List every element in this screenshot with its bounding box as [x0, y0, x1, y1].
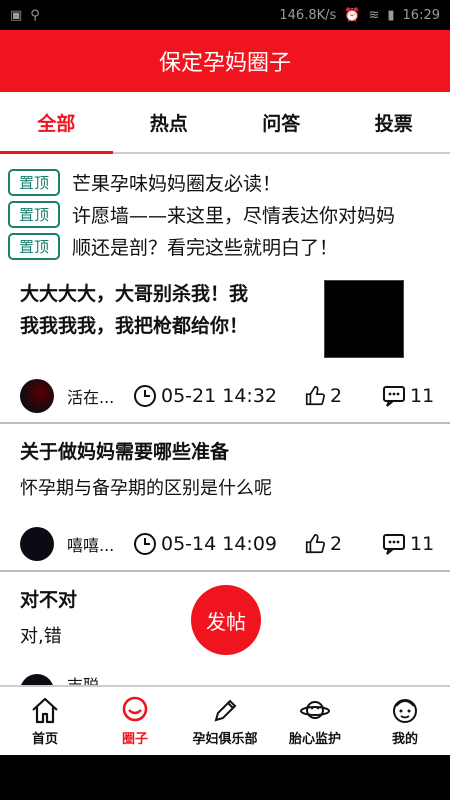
tab-all[interactable]: 全部	[0, 92, 113, 154]
wifi-icon: ≋	[368, 7, 380, 23]
divider	[0, 422, 450, 424]
post-body: 对,错	[20, 626, 62, 647]
pencil-icon	[214, 699, 237, 721]
comment-count: 11	[410, 385, 435, 407]
post-time: 05-14 14:09	[133, 532, 277, 556]
new-post-button[interactable]: 发帖	[191, 585, 261, 655]
post-meta: 吉聪	[0, 672, 450, 686]
nav-label: 孕妇俱乐部	[192, 731, 258, 747]
clock-icon	[134, 533, 156, 555]
post-title-line: 大大大大，大哥别杀我！我	[20, 283, 249, 305]
tab-vote[interactable]: 投票	[338, 92, 450, 152]
post-time-text: 05-21 14:32	[161, 385, 278, 407]
pinned-badge: 置顶	[8, 232, 60, 260]
alarm-icon: ⏰	[344, 7, 361, 23]
nav-mine[interactable]: 我的	[360, 687, 450, 755]
comment-button[interactable]: 11	[382, 385, 434, 407]
battery-icon: ▮	[387, 7, 395, 23]
author-name[interactable]: 吉聪	[67, 672, 99, 686]
planet-icon	[300, 700, 330, 719]
like-button[interactable]: 2	[304, 533, 342, 555]
pinned-title: 许愿墙——来这里，尽情表达你对妈妈	[72, 204, 396, 227]
comment-button[interactable]: 11	[382, 533, 434, 555]
like-button[interactable]: 2	[304, 385, 342, 407]
new-post-label: 发帖	[206, 609, 246, 634]
bottom-nav: 首页 圈子 孕妇俱乐部 胎心监护 我的	[0, 685, 450, 755]
comment-icon	[383, 386, 405, 407]
page-title: 保定孕妈圈子	[158, 51, 291, 76]
home-icon	[32, 697, 58, 723]
post-title: 大大大大，大哥别杀我！我 我我我我，我把枪都给你！	[20, 278, 248, 342]
tab-qa[interactable]: 问答	[225, 92, 338, 152]
pinned-list: 置顶 芒果孕味妈妈圈友必读！ 置顶 许愿墙——来这里，尽情表达你对妈妈 置顶 顺…	[0, 166, 450, 262]
pinned-item[interactable]: 置顶 许愿墙——来这里，尽情表达你对妈妈	[0, 198, 450, 230]
nav-circle[interactable]: 圈子	[90, 687, 180, 755]
like-count: 2	[330, 533, 343, 555]
pinned-badge: 置顶	[8, 200, 60, 228]
divider	[0, 570, 450, 572]
pinned-item[interactable]: 置顶 顺还是剖？看完这些就明白了！	[0, 230, 450, 262]
clock-text: 16:29	[402, 7, 440, 23]
app-header: 保定孕妈圈子	[0, 30, 450, 92]
post-title-line: 我我我我，我把枪都给你！	[20, 315, 249, 337]
post-title: 对不对	[20, 589, 78, 611]
avatar[interactable]	[20, 527, 54, 561]
comment-icon	[383, 534, 405, 555]
nav-home[interactable]: 首页	[0, 687, 90, 755]
post-meta: 活在... 05-21 14:32 2 11	[0, 376, 450, 416]
author-name[interactable]: 嘻嘻...	[67, 532, 114, 556]
thumbs-up-icon	[305, 534, 325, 554]
avatar[interactable]	[20, 379, 54, 413]
post-time: 05-21 14:32	[133, 384, 277, 408]
network-speed: 146.8K/s	[279, 7, 337, 23]
nav-label: 胎心监护	[288, 731, 341, 747]
clock-icon	[134, 385, 156, 407]
system-nav-bar	[0, 755, 450, 800]
circle-chat-icon	[122, 696, 148, 721]
post-title: 关于做妈妈需要哪些准备	[20, 441, 230, 463]
pinned-item[interactable]: 置顶 芒果孕味妈妈圈友必读！	[0, 166, 450, 198]
tab-label: 热点	[149, 112, 188, 135]
post-body: 怀孕期与备孕期的区别是什么呢	[20, 478, 272, 499]
thumbs-up-icon	[305, 386, 325, 406]
tab-label: 投票	[374, 112, 413, 135]
post-meta: 嘻嘻... 05-14 14:09 2 11	[0, 524, 450, 564]
tab-label: 全部	[37, 112, 76, 135]
author-name[interactable]: 活在...	[67, 384, 114, 408]
tab-hot[interactable]: 热点	[113, 92, 226, 152]
pinned-title: 顺还是剖？看完这些就明白了！	[72, 236, 339, 259]
nav-fetal-monitor[interactable]: 胎心监护	[270, 687, 360, 755]
like-count: 2	[330, 385, 343, 407]
key-icon: ⚲	[30, 7, 40, 23]
status-bar: ▣ ⚲ 146.8K/s ⏰ ≋ ▮ 16:29	[0, 0, 450, 30]
gallery-icon: ▣	[10, 7, 23, 23]
tab-label: 问答	[262, 112, 301, 135]
post-thumbnail	[324, 280, 404, 358]
pinned-title: 芒果孕味妈妈圈友必读！	[72, 172, 282, 195]
comment-count: 11	[410, 533, 435, 555]
nav-label: 我的	[391, 731, 418, 747]
post-time-text: 05-14 14:09	[161, 533, 278, 555]
nav-label: 首页	[31, 731, 58, 747]
pinned-badge: 置顶	[8, 168, 60, 196]
tab-bar: 全部 热点 问答 投票	[0, 92, 450, 154]
nav-club[interactable]: 孕妇俱乐部	[180, 687, 270, 755]
user-face-icon	[393, 698, 417, 723]
nav-label: 圈子	[121, 731, 148, 747]
